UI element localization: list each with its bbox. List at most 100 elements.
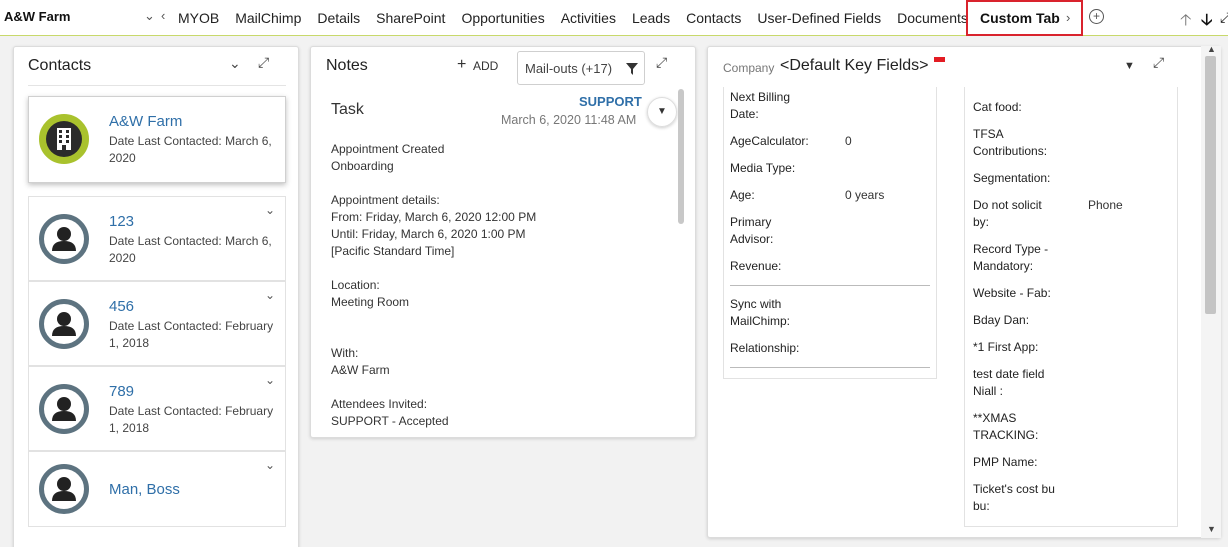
note-title: Task [331, 101, 364, 118]
person-icon [39, 384, 89, 434]
person-icon [39, 299, 89, 349]
note-date: March 6, 2020 11:48 AM [501, 113, 637, 127]
key-fields-left-column: Next Billing Date: AgeCalculator: 0 Media… [723, 87, 937, 379]
maximize-icon[interactable]: ⤢ [258, 54, 269, 71]
field-label: TFSA Contributions: [973, 127, 1048, 158]
contact-date: Date Last Contacted: March 6, 2020 [109, 134, 272, 165]
note-user[interactable]: SUPPORT [579, 94, 642, 109]
contact-name[interactable]: Man, Boss [109, 481, 180, 498]
company-label: Company [723, 61, 775, 75]
scroll-down-icon[interactable]: ▼ [1207, 524, 1216, 534]
maximize-icon[interactable]: ⤢ [656, 54, 667, 71]
tab-activities[interactable]: Activities [553, 10, 624, 26]
field-value[interactable]: Phone [1088, 197, 1123, 214]
arrow-down-icon[interactable]: 🡣 [1201, 9, 1213, 36]
field-label: test date field Niall : [973, 367, 1045, 398]
contacts-panel: Contacts ⌄ ⤢ A&W Farm Date Last Contacte… [13, 46, 299, 547]
filter-icon [626, 63, 638, 75]
field-label: Segmentation: [973, 171, 1051, 185]
field-label: Bday Dan: [973, 313, 1030, 327]
field-label: Cat food: [973, 100, 1022, 114]
chevron-down-icon[interactable]: ⌄ [265, 373, 275, 387]
chevron-down-icon[interactable]: ⌄ [265, 288, 275, 302]
contact-card-456[interactable]: 456 Date Last Contacted: February 1, 201… [28, 281, 286, 366]
add-icon[interactable]: + [457, 56, 466, 74]
tab-opportunities[interactable]: Opportunities [453, 10, 552, 26]
contact-name[interactable]: 456 [109, 298, 134, 315]
person-icon [39, 214, 89, 264]
chevron-down-icon[interactable]: ⌄ [265, 203, 275, 217]
field-label: Ticket's cost bu bu: [973, 482, 1055, 513]
field-value[interactable]: 0 years [845, 187, 884, 204]
key-fields-title: <Default Key Fields> [780, 57, 929, 74]
notes-filter-select[interactable]: Mail-outs (+17) [517, 51, 645, 85]
contact-card-789[interactable]: 789 Date Last Contacted: February 1, 201… [28, 366, 286, 451]
tabs-scroll-right-icon[interactable]: › [1066, 10, 1070, 25]
contact-name[interactable]: 123 [109, 213, 134, 230]
page-scrollbar[interactable]: ▲ ▼ [1201, 44, 1221, 538]
caret-down-icon[interactable]: ▼ [1124, 60, 1135, 72]
tab-leads[interactable]: Leads [624, 10, 678, 26]
contact-card-aw-farm[interactable]: A&W Farm Date Last Contacted: March 6, 2… [28, 96, 286, 183]
chevron-down-icon[interactable]: ⌄ [265, 458, 275, 472]
field-label: Age: [730, 188, 755, 202]
company-name: A&W Farm [4, 9, 71, 24]
tabs-scroll-left-icon[interactable]: ‹ [161, 8, 165, 23]
field-label: Sync with MailChimp: [730, 297, 791, 328]
tab-documents[interactable]: Documents [889, 10, 976, 26]
expand-arrows-icon[interactable]: ⤢ [1220, 9, 1228, 26]
notes-filter-value: Mail-outs (+17) [525, 61, 613, 76]
maximize-icon[interactable]: ⤢ [1153, 54, 1164, 71]
chevron-down-icon[interactable]: ⌄ [144, 8, 155, 24]
scrollbar-thumb[interactable] [1205, 56, 1216, 314]
divider [730, 285, 930, 286]
field-label: Revenue: [730, 259, 782, 273]
field-label: Primary Advisor: [730, 215, 774, 246]
collapse-icon[interactable]: ⌄ [229, 55, 241, 72]
tab-bar: A&W Farm ⌄ ‹ MYOB MailChimp Details Shar… [0, 0, 1228, 36]
field-label: Next Billing Date: [730, 90, 791, 121]
add-note-button[interactable]: ADD [473, 59, 498, 73]
tab-custom-tab-label: Custom Tab [980, 10, 1060, 26]
building-icon [39, 114, 89, 164]
note-body: Appointment Created Onboarding Appointme… [331, 142, 537, 428]
contact-date: Date Last Contacted: March 6, 2020 [109, 234, 272, 265]
tab-contacts[interactable]: Contacts [678, 10, 749, 26]
note-menu-button[interactable]: ▼ [647, 97, 677, 127]
contact-date: Date Last Contacted: February 1, 2018 [109, 319, 274, 350]
field-label: Website - Fab: [973, 286, 1051, 300]
tab-list: MYOB MailChimp Details SharePoint Opport… [170, 0, 976, 36]
contact-card-man-boss[interactable]: Man, Boss ⌄ [28, 451, 286, 527]
divider [730, 367, 930, 368]
key-fields-panel: Company <Default Key Fields> ▼ ⤢ Next Bi… [707, 46, 1221, 538]
key-fields-right-column: Cat food: TFSA Contributions: Segmentati… [964, 87, 1178, 527]
person-icon [39, 464, 89, 514]
field-label: **XMAS TRACKING: [973, 411, 1039, 442]
divider [28, 85, 286, 86]
add-tab-icon[interactable]: + [1089, 9, 1104, 24]
arrow-up-icon[interactable]: 🡡 [1180, 9, 1192, 36]
tab-myob[interactable]: MYOB [170, 10, 227, 26]
field-label: Relationship: [730, 341, 800, 355]
field-label: AgeCalculator: [730, 134, 809, 148]
contact-name[interactable]: A&W Farm [109, 113, 182, 130]
contact-date: Date Last Contacted: February 1, 2018 [109, 404, 274, 435]
tab-mailchimp[interactable]: MailChimp [227, 10, 309, 26]
field-label: *1 First App: [973, 340, 1039, 354]
flag-marker [934, 57, 945, 62]
field-label: Do not solicit by: [973, 198, 1042, 229]
notes-panel: Notes + ADD Mail-outs (+17) ⤢ Task SUPPO… [310, 46, 696, 438]
field-label: Record Type - Mandatory: [973, 242, 1049, 273]
contact-card-123[interactable]: 123 Date Last Contacted: March 6, 2020 ⌄ [28, 196, 286, 281]
tab-user-defined-fields[interactable]: User-Defined Fields [749, 10, 889, 26]
field-value[interactable]: 0 [845, 133, 852, 150]
field-label: Media Type: [730, 161, 796, 175]
tab-sharepoint[interactable]: SharePoint [368, 10, 453, 26]
contact-name[interactable]: 789 [109, 383, 134, 400]
notes-scrollbar[interactable] [678, 89, 684, 224]
notes-title: Notes [326, 57, 368, 74]
tab-details[interactable]: Details [309, 10, 368, 26]
field-label: PMP Name: [973, 455, 1038, 469]
contacts-title: Contacts [28, 57, 92, 74]
scroll-up-icon[interactable]: ▲ [1207, 44, 1216, 54]
